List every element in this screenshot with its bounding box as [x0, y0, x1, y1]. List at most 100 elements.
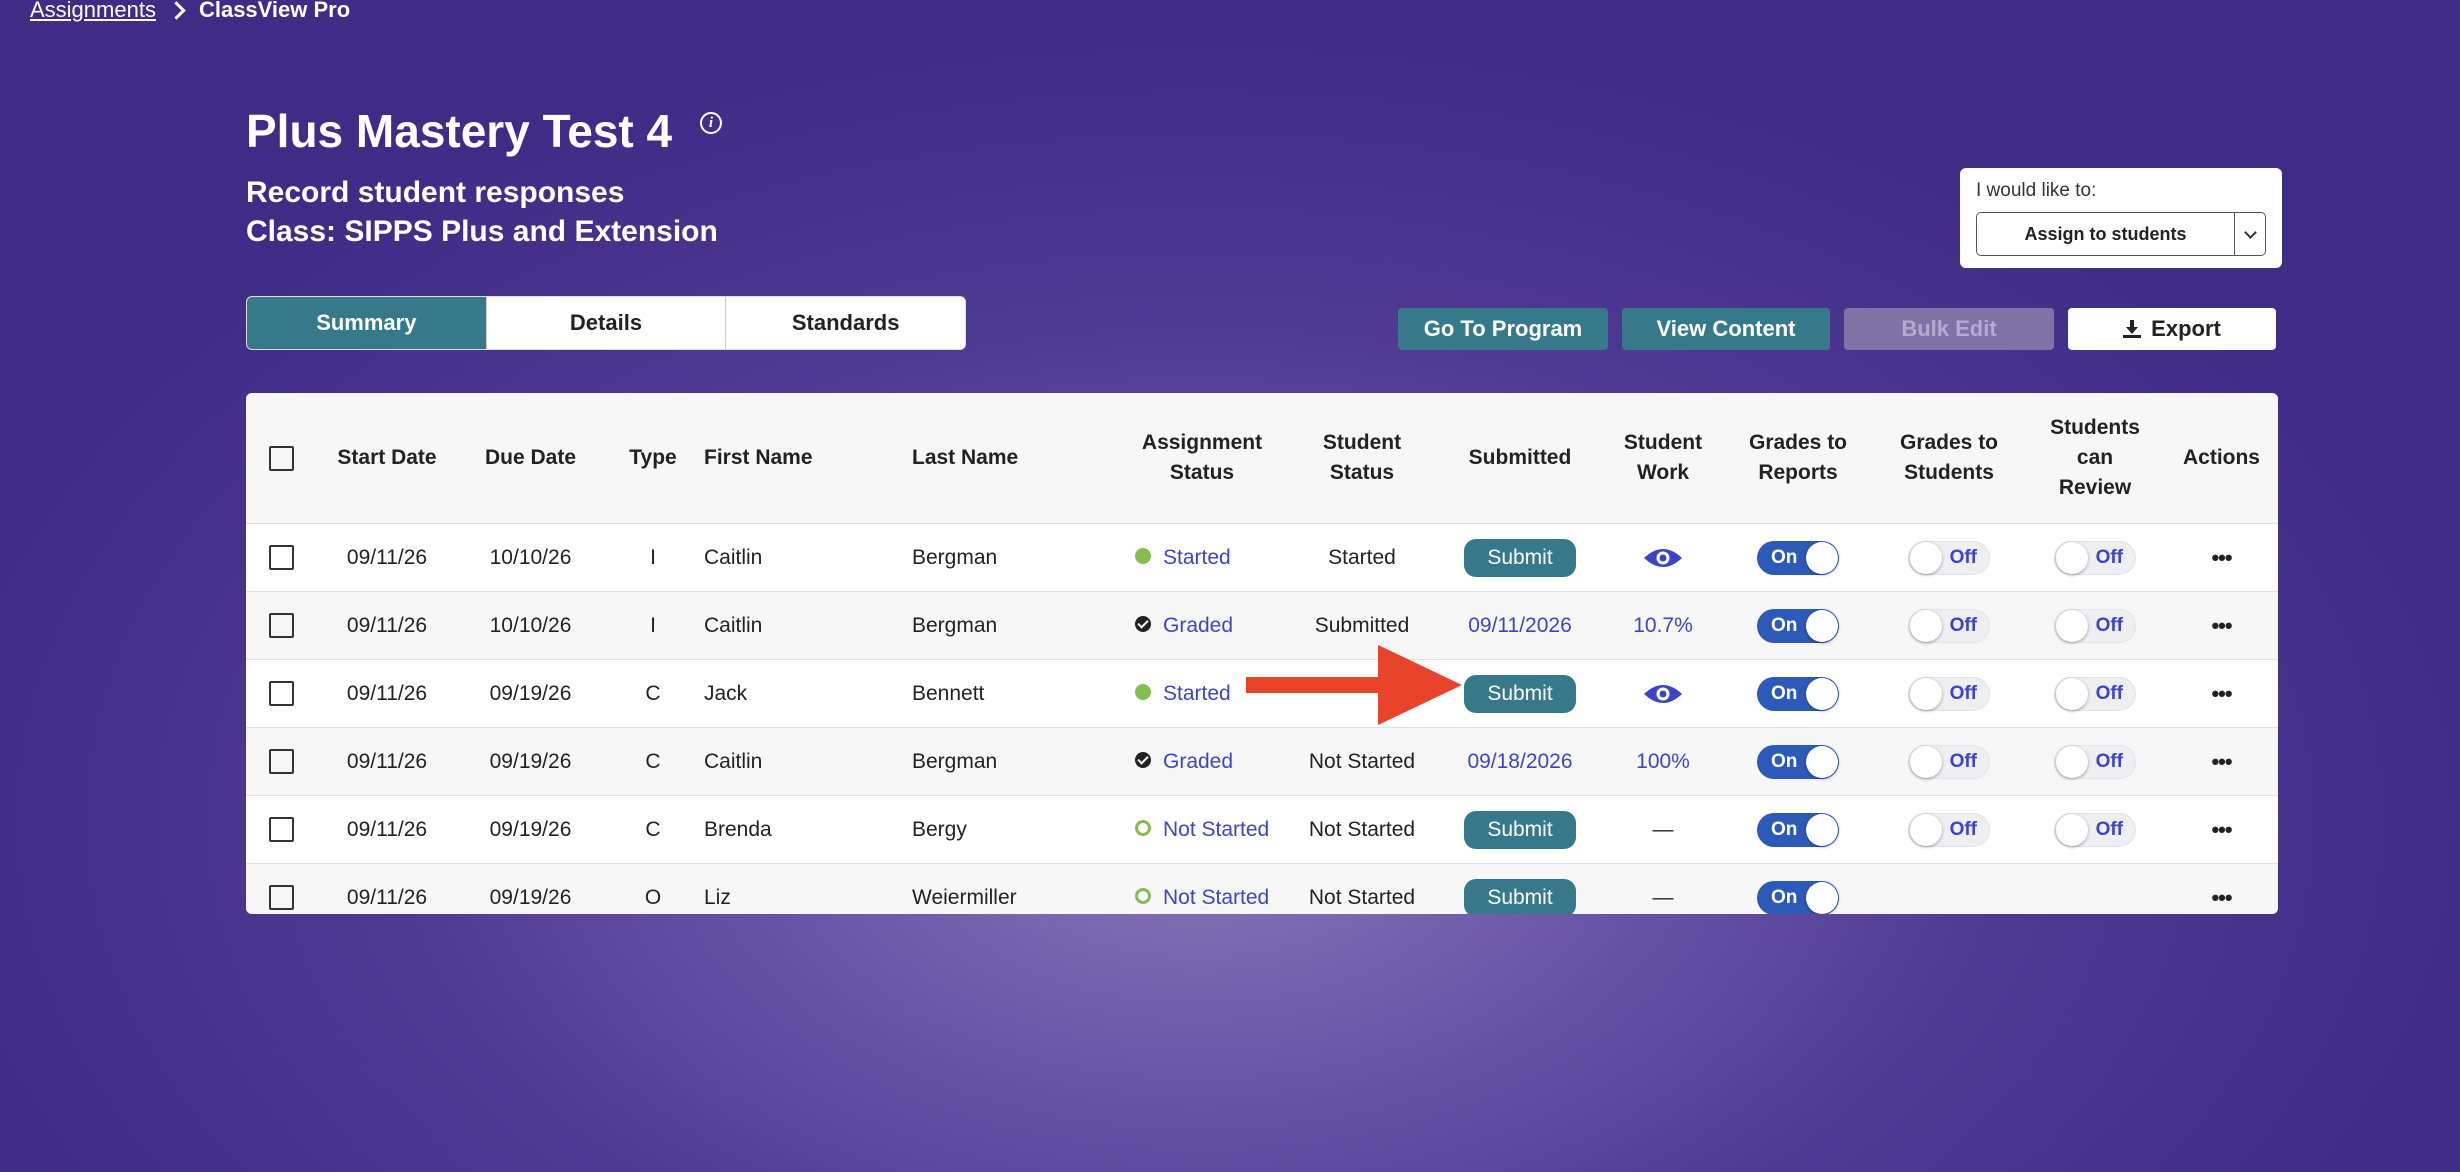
assignment-status-link[interactable]: Not Started: [1163, 818, 1269, 841]
grades-to-reports-toggle[interactable]: On: [1757, 744, 1839, 779]
grades-to-students-toggle[interactable]: Off: [1908, 676, 1990, 711]
grades-to-students-toggle[interactable]: Off: [1908, 540, 1990, 575]
status-started-icon: [1135, 683, 1151, 700]
more-icon[interactable]: •••: [2211, 545, 2232, 570]
type-cell: I: [603, 523, 703, 592]
header-submitted[interactable]: Submitted: [1437, 393, 1603, 524]
bulk-edit-button[interactable]: Bulk Edit: [1844, 308, 2054, 350]
student-status-cell: Not Started: [1287, 795, 1437, 864]
due-date-cell: 09/19/26: [458, 659, 603, 728]
student-work-cell: —: [1603, 795, 1723, 864]
grades-to-reports-toggle[interactable]: On: [1757, 880, 1839, 914]
row-checkbox[interactable]: [268, 817, 294, 842]
header-last-name[interactable]: Last Name: [911, 393, 1117, 524]
eye-icon[interactable]: [1643, 680, 1683, 708]
due-date-cell: 09/19/26: [458, 795, 603, 864]
start-date-cell: 09/11/26: [316, 659, 458, 728]
type-cell: O: [603, 863, 703, 914]
grades-to-reports-toggle[interactable]: On: [1757, 812, 1839, 847]
row-checkbox[interactable]: [268, 613, 294, 638]
assignment-status-link[interactable]: Started: [1163, 682, 1231, 705]
header-student-work[interactable]: Student Work: [1603, 393, 1723, 524]
students-can-review-toggle[interactable]: Off: [2054, 812, 2136, 847]
students-can-review-toggle[interactable]: Off: [2054, 608, 2136, 643]
assignment-status-link[interactable]: Started: [1163, 546, 1231, 569]
download-icon: [2123, 320, 2142, 338]
start-date-cell: 09/11/26: [316, 523, 458, 592]
more-icon[interactable]: •••: [2211, 817, 2232, 842]
assignment-status-link[interactable]: Not Started: [1163, 886, 1269, 909]
student-work-score-link[interactable]: 100%: [1603, 727, 1723, 796]
header-first-name[interactable]: First Name: [703, 393, 911, 524]
header-type[interactable]: Type: [603, 393, 703, 524]
red-arrow: [1246, 645, 1462, 725]
row-checkbox[interactable]: [268, 681, 294, 706]
header-grades-to-students[interactable]: Grades to Students: [1873, 393, 2025, 524]
type-cell: C: [603, 727, 703, 796]
first-name-cell: Liz: [703, 863, 911, 914]
type-cell: C: [603, 795, 703, 864]
tab-standards[interactable]: Standards: [726, 297, 965, 349]
header-start-date[interactable]: Start Date: [316, 393, 458, 524]
start-date-cell: 09/11/26: [316, 795, 458, 864]
class-name: Class: SIPPS Plus and Extension: [246, 215, 718, 248]
more-icon[interactable]: •••: [2211, 613, 2232, 638]
students-can-review-cell: [2025, 863, 2165, 914]
action-chooser-select[interactable]: Assign to students: [1976, 212, 2266, 256]
submit-button[interactable]: Submit: [1464, 538, 1576, 577]
more-icon[interactable]: •••: [2211, 885, 2232, 910]
header-due-date[interactable]: Due Date: [458, 393, 603, 524]
more-icon[interactable]: •••: [2211, 749, 2232, 774]
tab-summary[interactable]: Summary: [247, 297, 487, 349]
grades-to-students-toggle[interactable]: Off: [1908, 744, 1990, 779]
chevron-down-icon[interactable]: [2234, 213, 2265, 255]
export-label: Export: [2151, 316, 2221, 341]
students-can-review-toggle[interactable]: Off: [2054, 540, 2136, 575]
header-students-can-review[interactable]: Students can Review: [2025, 393, 2165, 524]
table-row: 09/11/26 09/19/26 O Liz Weiermiller Not …: [246, 863, 2278, 914]
submit-button[interactable]: Submit: [1464, 878, 1576, 914]
page-title: Plus Mastery Test 4: [246, 105, 673, 157]
action-chooser-value[interactable]: Assign to students: [1977, 213, 2234, 255]
row-checkbox[interactable]: [268, 749, 294, 774]
last-name-cell: Bergman: [911, 727, 1117, 796]
students-can-review-toggle[interactable]: Off: [2054, 744, 2136, 779]
header-assignment-status[interactable]: Assignment Status: [1117, 393, 1287, 524]
row-checkbox[interactable]: [268, 885, 294, 910]
assignment-status-link[interactable]: Graded: [1163, 750, 1233, 773]
submit-button[interactable]: Submit: [1464, 810, 1576, 849]
due-date-cell: 09/19/26: [458, 727, 603, 796]
header-grades-to-reports[interactable]: Grades to Reports: [1723, 393, 1873, 524]
tab-details[interactable]: Details: [487, 297, 727, 349]
info-icon[interactable]: i: [700, 112, 722, 134]
eye-icon[interactable]: [1643, 544, 1683, 572]
breadcrumb: Assignments ClassView Pro: [30, 0, 350, 23]
row-checkbox[interactable]: [268, 545, 294, 570]
assignment-status-link[interactable]: Graded: [1163, 614, 1233, 637]
view-content-button[interactable]: View Content: [1622, 308, 1830, 350]
type-cell: I: [603, 591, 703, 660]
export-button[interactable]: Export: [2068, 308, 2276, 350]
first-name-cell: Caitlin: [703, 727, 911, 796]
student-work-score-link[interactable]: 10.7%: [1603, 591, 1723, 660]
assignment-status-cell: Started: [1117, 523, 1287, 592]
last-name-cell: Weiermiller: [911, 863, 1117, 914]
more-icon[interactable]: •••: [2211, 681, 2232, 706]
select-all-checkbox[interactable]: [268, 445, 294, 471]
students-can-review-toggle[interactable]: Off: [2054, 676, 2136, 711]
grades-to-students-toggle[interactable]: Off: [1908, 812, 1990, 847]
grades-to-reports-toggle[interactable]: On: [1757, 540, 1839, 575]
header-actions: Actions: [2165, 393, 2278, 524]
go-to-program-button[interactable]: Go To Program: [1398, 308, 1608, 350]
grades-to-reports-toggle[interactable]: On: [1757, 608, 1839, 643]
grades-to-reports-toggle[interactable]: On: [1757, 676, 1839, 711]
submitted-date-link[interactable]: 09/18/2026: [1437, 727, 1603, 796]
breadcrumb-assignments-link[interactable]: Assignments: [30, 0, 156, 23]
start-date-cell: 09/11/26: [316, 727, 458, 796]
grades-to-students-toggle[interactable]: Off: [1908, 608, 1990, 643]
assignment-status-cell: Graded: [1117, 727, 1287, 796]
submit-button[interactable]: Submit: [1464, 674, 1576, 713]
chevron-right-icon: [167, 0, 186, 20]
due-date-cell: 09/19/26: [458, 863, 603, 914]
header-student-status[interactable]: Student Status: [1287, 393, 1437, 524]
